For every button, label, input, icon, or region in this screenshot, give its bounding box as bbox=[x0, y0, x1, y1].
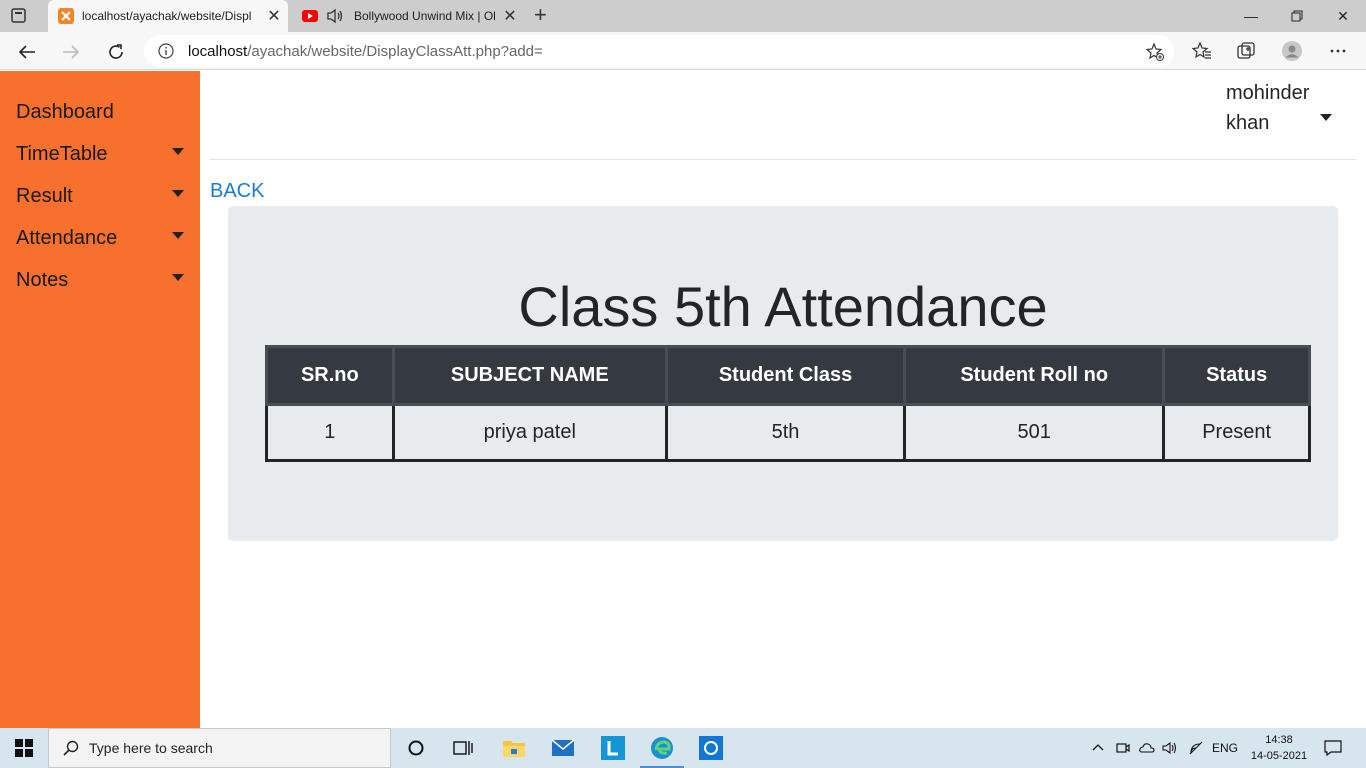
address-bar[interactable]: localhost/ayachak/website/DisplayClassAt… bbox=[144, 35, 1174, 67]
volume-icon[interactable] bbox=[1162, 728, 1178, 768]
caret-down-icon bbox=[172, 148, 184, 155]
tab-actions-icon[interactable] bbox=[10, 7, 28, 25]
minimize-icon[interactable]: — bbox=[1228, 0, 1274, 32]
tab-title: localhost/ayachak/website/Displ bbox=[82, 9, 252, 23]
file-explorer-icon[interactable] bbox=[498, 732, 530, 764]
speaker-icon[interactable] bbox=[326, 8, 346, 24]
column-header: Status bbox=[1162, 345, 1311, 406]
youtube-favicon-icon bbox=[302, 8, 318, 24]
show-hidden-icons[interactable] bbox=[1092, 728, 1104, 768]
sidebar-item-label: Attendance bbox=[16, 226, 118, 249]
mail-icon[interactable] bbox=[547, 732, 579, 764]
clock-date: 14-05-2021 bbox=[1250, 750, 1308, 762]
table-cell: Present bbox=[1162, 403, 1311, 462]
onedrive-icon[interactable] bbox=[1139, 728, 1155, 768]
sidebar-item-label: Result bbox=[16, 184, 73, 207]
close-window-icon[interactable]: ✕ bbox=[1320, 0, 1366, 32]
new-tab-icon[interactable]: + bbox=[534, 4, 554, 28]
search-placeholder: Type here to search bbox=[89, 740, 213, 756]
sidebar-item-timetable[interactable]: TimeTable bbox=[16, 139, 188, 169]
table-cell: 1 bbox=[265, 403, 395, 462]
cortana-icon[interactable] bbox=[400, 732, 432, 764]
caret-down-icon bbox=[172, 274, 184, 281]
tab-close-icon[interactable]: ✕ bbox=[260, 6, 288, 26]
windows-start-icon[interactable] bbox=[0, 728, 48, 768]
user-first-name: mohinder bbox=[1226, 82, 1310, 104]
sidebar-item-label: TimeTable bbox=[16, 142, 108, 165]
browser-tab-bar: localhost/ayachak/website/Displ ✕ Bollyw… bbox=[0, 0, 1366, 32]
add-favorite-icon[interactable] bbox=[1145, 42, 1164, 61]
back-link[interactable]: BACK bbox=[210, 180, 264, 203]
profile-avatar-icon[interactable] bbox=[1282, 41, 1302, 61]
search-icon bbox=[63, 740, 79, 756]
attendance-table: SR.no SUBJECT NAME Student Class Student… bbox=[265, 345, 1311, 462]
back-arrow-icon[interactable] bbox=[14, 39, 40, 65]
language-indicator[interactable]: ENG bbox=[1212, 728, 1238, 768]
caret-down-icon bbox=[172, 190, 184, 197]
sidebar-item-dashboard[interactable]: Dashboard bbox=[16, 97, 188, 127]
browser-toolbar: localhost/ayachak/website/DisplayClassAt… bbox=[0, 32, 1366, 70]
table-row: 1 priya patel 5th 501 Present bbox=[265, 403, 1311, 462]
wifi-icon[interactable] bbox=[1188, 728, 1204, 768]
sidebar-item-label: Dashboard bbox=[16, 100, 114, 123]
refresh-icon[interactable] bbox=[103, 39, 129, 65]
taskbar-clock[interactable]: 14:38 14-05-2021 bbox=[1244, 732, 1314, 764]
cortana-app-icon[interactable] bbox=[695, 732, 727, 764]
url-text: localhost/ayachak/website/DisplayClassAt… bbox=[188, 43, 543, 60]
page-title: Class 5th Attendance bbox=[518, 275, 1048, 338]
collections-icon[interactable] bbox=[1236, 41, 1256, 61]
table-cell: 5th bbox=[664, 403, 907, 462]
windows-taskbar: Type here to search ENG 14:38 14-05-2021 bbox=[0, 728, 1366, 768]
edge-browser-icon[interactable] bbox=[640, 732, 684, 768]
taskbar-search-box[interactable]: Type here to search bbox=[48, 728, 391, 768]
l-app-icon[interactable] bbox=[597, 732, 629, 764]
table-cell: priya patel bbox=[391, 403, 668, 462]
task-view-icon[interactable] bbox=[447, 732, 479, 764]
sidebar-item-label: Notes bbox=[16, 268, 69, 291]
sidebar-item-result[interactable]: Result bbox=[16, 181, 188, 211]
caret-down-icon bbox=[1320, 114, 1332, 121]
divider bbox=[210, 159, 1356, 160]
column-header: Student Class bbox=[664, 345, 907, 406]
forward-arrow-icon[interactable] bbox=[58, 39, 84, 65]
tab-youtube[interactable]: Bollywood Unwind Mix | Olc ✕ bbox=[292, 0, 524, 32]
column-header: SR.no bbox=[265, 345, 395, 406]
tab-close-icon[interactable]: ✕ bbox=[496, 6, 524, 26]
favorites-icon[interactable] bbox=[1191, 41, 1212, 61]
url-host: localhost bbox=[188, 42, 248, 60]
more-options-icon[interactable] bbox=[1328, 41, 1348, 61]
sidebar: Dashboard TimeTable Result Attendance No… bbox=[0, 71, 200, 728]
xampp-favicon-icon bbox=[58, 8, 74, 24]
column-header: Student Roll no bbox=[903, 345, 1166, 406]
tab-title: Bollywood Unwind Mix | Olc bbox=[354, 9, 496, 23]
user-menu[interactable]: mohinder khan bbox=[1226, 78, 1336, 138]
sidebar-item-attendance[interactable]: Attendance bbox=[16, 223, 188, 253]
caret-down-icon bbox=[172, 232, 184, 239]
meet-now-icon[interactable] bbox=[1116, 728, 1130, 768]
tab-localhost[interactable]: localhost/ayachak/website/Displ ✕ bbox=[48, 0, 288, 32]
clock-time: 14:38 bbox=[1265, 734, 1293, 746]
user-last-name: khan bbox=[1226, 112, 1270, 134]
sidebar-item-notes[interactable]: Notes bbox=[16, 265, 188, 295]
restore-icon[interactable] bbox=[1274, 0, 1320, 32]
table-cell: 501 bbox=[903, 403, 1166, 462]
url-path: /ayachak/website/DisplayClassAtt.php?add… bbox=[247, 42, 543, 60]
info-icon[interactable] bbox=[158, 43, 174, 59]
table-header-row: SR.no SUBJECT NAME Student Class Student… bbox=[265, 345, 1311, 406]
notifications-icon[interactable] bbox=[1324, 728, 1342, 768]
column-header: SUBJECT NAME bbox=[391, 345, 668, 406]
